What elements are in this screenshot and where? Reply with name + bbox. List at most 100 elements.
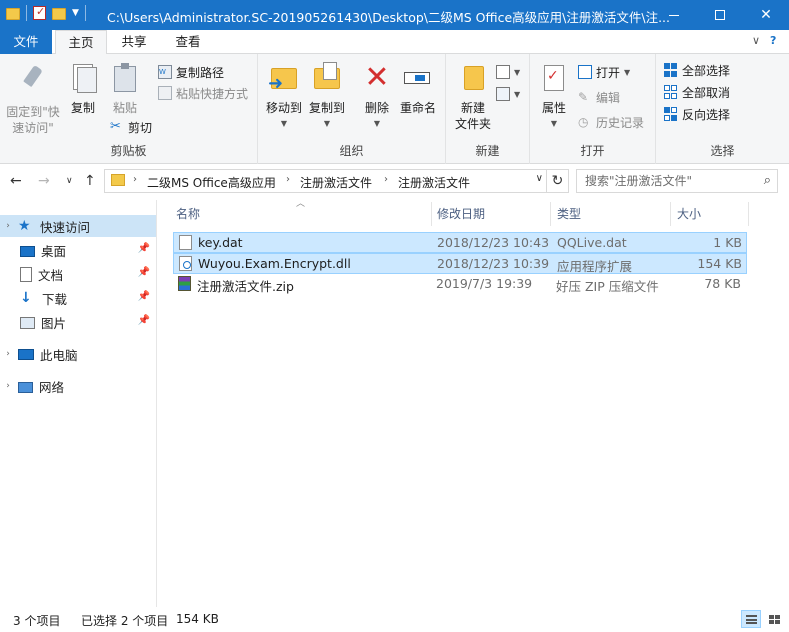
rename-button[interactable]: 重命名 [398,62,438,116]
paste-shortcut-button[interactable]: 粘贴快捷方式 [158,83,248,103]
column-header-size[interactable]: 大小 [677,202,701,226]
properties-icon[interactable] [33,5,46,20]
address-bar[interactable]: › 二级MS Office高级应用 › 注册激活文件 › 注册激活文件 ∨ [104,169,547,193]
open-button[interactable]: 打开 ▼ [578,62,630,82]
recent-locations-icon[interactable]: ∨ [66,176,73,186]
group-new: 新建 文件夹 ▼ ▼ 新建 [446,54,530,164]
back-arrow-icon[interactable]: ← [10,173,22,189]
expand-chevron-icon[interactable]: › [2,381,14,391]
navigation-pane: › ★ 快速访问 桌面 📌 文档 📌 ↓ 下载 📌 图片 📌 › 此电脑 › 网… [0,200,157,607]
folder-icon [6,8,20,20]
up-arrow-icon[interactable]: ↑ [84,173,96,189]
open-label: 打开 [596,65,621,80]
new-folder-button[interactable]: 新建 文件夹 [450,62,496,132]
crumb-separator-icon[interactable]: › [133,174,137,185]
file-icon [179,235,192,250]
column-divider[interactable] [670,202,671,226]
status-bar: 3 个项目 已选择 2 个项目 154 KB [0,607,789,632]
edit-button[interactable]: ✎ 编辑 [578,87,620,107]
pinned-icon: 📌 [137,267,150,278]
file-size: 78 KB [704,276,741,291]
copy-icon [67,62,99,94]
history-label: 历史记录 [596,115,645,130]
search-icon[interactable]: ⌕ [764,173,771,188]
nav-item-label: 图片 [41,315,67,331]
copy-button[interactable]: 复制 [66,62,100,116]
table-row[interactable]: 注册激活文件.zip 2019/7/3 19:39 好压 ZIP 压缩文件 78… [173,274,747,295]
nav-item-pictures[interactable]: 图片 📌 [0,311,156,333]
breadcrumb-item[interactable]: 注册激活文件 [398,174,470,191]
file-name: 注册激活文件.zip [197,279,294,294]
group-new-label: 新建 [475,144,500,158]
delete-label: 删除 [364,101,389,115]
expand-chevron-icon[interactable]: › [2,221,14,231]
column-header-name[interactable]: 名称 [176,202,200,226]
pinned-icon: 📌 [137,243,150,254]
tab-file[interactable]: 文件 [0,30,52,54]
search-box[interactable]: ⌕ [576,169,778,193]
forward-arrow-icon[interactable]: → [38,173,50,189]
help-icon[interactable]: ? [770,34,776,47]
crumb-separator-icon[interactable]: › [286,174,290,185]
copy-to-dropdown-icon: ▼ [323,119,331,128]
cut-button[interactable]: ✂ 剪切 [110,117,152,137]
move-to-button[interactable]: ➜ 移动到 ▼ [264,62,304,132]
select-none-button[interactable]: 全部取消 [664,82,730,102]
paste-button[interactable]: 粘贴 [108,62,142,116]
nav-item-quick-access[interactable]: › ★ 快速访问 [0,215,156,237]
nav-item-documents[interactable]: 文档 📌 [0,263,156,285]
nav-item-downloads[interactable]: ↓ 下载 📌 [0,287,156,309]
tab-home[interactable]: 主页 [55,30,107,55]
new-folder-icon[interactable] [52,8,66,20]
address-dropdown-icon[interactable]: ∨ [536,173,543,184]
select-all-button[interactable]: 全部选择 [664,60,730,80]
invert-selection-button[interactable]: 反向选择 [664,104,730,124]
refresh-icon: ↻ [551,173,564,189]
column-divider[interactable] [550,202,551,226]
new-item-button[interactable]: ▼ [496,62,520,82]
copy-to-button[interactable]: 复制到 ▼ [307,62,347,132]
nav-item-network[interactable]: › 网络 [0,375,156,397]
tab-view[interactable]: 查看 [166,30,210,54]
scissors-icon: ✂ [110,119,121,134]
history-button[interactable]: ◷ 历史记录 [578,112,644,132]
breadcrumb-item[interactable]: 注册激活文件 [300,174,372,191]
nav-item-this-pc[interactable]: › 此电脑 [0,343,156,365]
tab-share[interactable]: 共享 [112,30,156,54]
pinned-icon: 📌 [137,291,150,302]
qat-dropdown-icon[interactable]: ▼ [72,8,79,18]
group-select-label: 选择 [710,144,735,158]
column-divider[interactable] [431,202,432,226]
column-header-type[interactable]: 类型 [557,202,581,226]
pin-quick-access-button[interactable]: 固定到"快速访问" [4,62,62,136]
file-modified: 2018/12/23 10:43 [437,235,550,250]
delete-button[interactable]: ✕ 删除 ▼ [360,62,394,132]
table-row[interactable]: key.dat 2018/12/23 10:43 QQLive.dat 1 KB [173,232,747,253]
easy-access-button[interactable]: ▼ [496,84,520,104]
nav-item-desktop[interactable]: 桌面 📌 [0,239,156,261]
group-select: 全部选择 全部取消 反向选择 选择 [656,54,789,164]
column-divider[interactable] [748,202,749,226]
collapse-ribbon-icon[interactable]: ∨ [752,34,760,47]
expand-chevron-icon[interactable]: › [2,349,14,359]
breadcrumb-item[interactable]: 二级MS Office高级应用 [147,174,276,191]
computer-icon [18,349,34,360]
status-selected-size: 154 KB [176,612,219,626]
table-row[interactable]: Wuyou.Exam.Encrypt.dll 2018/12/23 10:39 … [173,253,747,274]
details-view-button[interactable] [741,610,761,628]
search-input[interactable] [577,170,747,192]
crumb-separator-icon[interactable]: › [384,174,388,185]
copy-path-button[interactable]: W 复制路径 [158,62,224,82]
column-header-modified[interactable]: 修改日期 [437,202,485,226]
paste-shortcut-icon [158,86,172,100]
quick-access-toolbar: ▼ [6,5,86,21]
close-button[interactable]: ✕ [743,0,789,30]
refresh-button[interactable]: ↻ [547,169,569,193]
copy-to-label: 复制到 [308,101,345,115]
minimize-button[interactable] [651,0,697,30]
maximize-button[interactable] [697,0,743,30]
large-icons-view-button[interactable] [764,610,784,628]
nav-item-label: 下载 [42,291,68,307]
new-folder-icon [457,62,489,94]
properties-button[interactable]: 属性 ▼ [536,62,572,132]
